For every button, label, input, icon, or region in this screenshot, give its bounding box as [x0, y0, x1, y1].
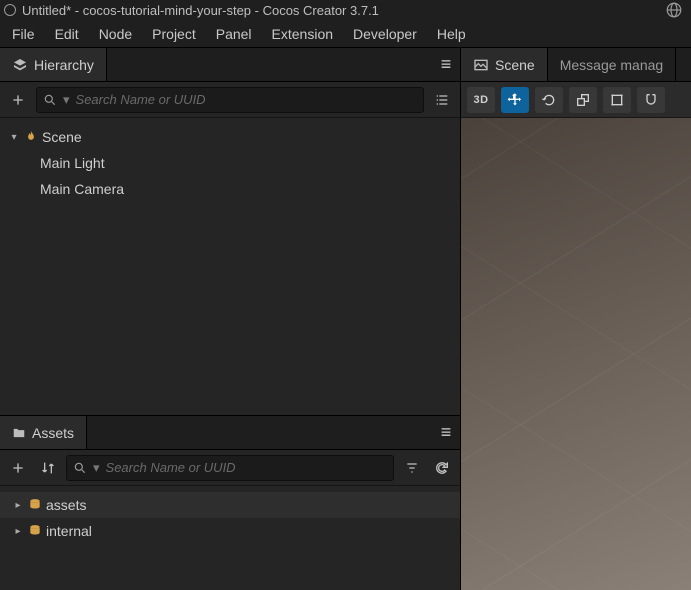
chevron-right-icon[interactable]: ▸ — [12, 500, 24, 511]
folder-icon — [12, 426, 26, 440]
tab-hierarchy[interactable]: Hierarchy — [0, 48, 107, 81]
hierarchy-tree: ▾ Scene Main Light Main Camera — [0, 118, 460, 415]
tab-message-label: Message manag — [560, 57, 664, 73]
chevron-down-icon[interactable]: ▾ — [8, 132, 20, 143]
scene-tab-icon — [473, 57, 489, 73]
hierarchy-search-input[interactable] — [76, 92, 417, 107]
assets-search: ▾ — [66, 455, 394, 481]
database-icon — [28, 498, 42, 512]
node-main-camera[interactable]: Main Camera — [0, 176, 460, 202]
sort-button[interactable] — [36, 456, 60, 480]
search-icon — [43, 93, 57, 107]
menu-node[interactable]: Node — [89, 22, 142, 46]
scene-tabs: Scene Message manag — [461, 48, 691, 82]
menu-bar: File Edit Node Project Panel Extension D… — [0, 20, 691, 48]
menu-file[interactable]: File — [2, 22, 45, 46]
database-icon — [28, 524, 42, 538]
menu-panel[interactable]: Panel — [206, 22, 262, 46]
app-icon — [4, 4, 16, 16]
assets-toolbar: ▾ — [0, 450, 460, 486]
add-node-button[interactable] — [6, 88, 30, 112]
viewport-toolbar: 3D — [461, 82, 691, 118]
hierarchy-tabs: Hierarchy ≡ — [0, 48, 460, 82]
add-asset-button[interactable] — [6, 456, 30, 480]
list-view-toggle[interactable] — [430, 88, 454, 112]
db-assets-label: assets — [46, 497, 86, 513]
tab-message-manager[interactable]: Message manag — [548, 48, 677, 81]
globe-icon[interactable] — [661, 1, 687, 19]
layers-icon — [12, 57, 28, 73]
menu-developer[interactable]: Developer — [343, 22, 427, 46]
node-label: Main Light — [40, 155, 105, 171]
menu-project[interactable]: Project — [142, 22, 206, 46]
db-internal[interactable]: ▸ internal — [0, 518, 460, 544]
tab-hierarchy-label: Hierarchy — [34, 57, 94, 73]
scene-icon — [24, 130, 38, 144]
menu-extension[interactable]: Extension — [262, 22, 343, 46]
tab-assets-label: Assets — [32, 425, 74, 441]
assets-tree: ▸ assets ▸ internal — [0, 486, 460, 590]
toolbar-divider — [671, 87, 685, 113]
node-label: Main Camera — [40, 181, 124, 197]
assets-search-input[interactable] — [106, 460, 387, 475]
db-internal-label: internal — [46, 523, 92, 539]
assets-panel: Assets ≡ ▾ — [0, 415, 460, 590]
filter-button[interactable] — [400, 456, 424, 480]
rect-tool[interactable] — [603, 87, 631, 113]
hierarchy-toolbar: ▾ — [0, 82, 460, 118]
refresh-button[interactable] — [430, 456, 454, 480]
window-title: Untitled* - cocos-tutorial-mind-your-ste… — [22, 3, 379, 18]
snap-tool[interactable] — [637, 87, 665, 113]
hierarchy-panel-menu[interactable]: ≡ — [432, 48, 460, 81]
assets-tabs: Assets ≡ — [0, 416, 460, 450]
move-tool[interactable] — [501, 87, 529, 113]
scene-root[interactable]: ▾ Scene — [0, 124, 460, 150]
rotate-tool[interactable] — [535, 87, 563, 113]
hierarchy-search: ▾ — [36, 87, 424, 113]
view-3d-toggle[interactable]: 3D — [467, 87, 495, 113]
scene-label: Scene — [42, 129, 82, 145]
chevron-right-icon[interactable]: ▸ — [12, 526, 24, 537]
menu-help[interactable]: Help — [427, 22, 476, 46]
title-bar: Untitled* - cocos-tutorial-mind-your-ste… — [0, 0, 691, 20]
menu-edit[interactable]: Edit — [45, 22, 89, 46]
db-assets[interactable]: ▸ assets — [0, 492, 460, 518]
tab-scene-label: Scene — [495, 57, 535, 73]
scene-viewport[interactable] — [461, 118, 691, 590]
scale-tool[interactable] — [569, 87, 597, 113]
assets-panel-menu[interactable]: ≡ — [432, 416, 460, 449]
tab-scene[interactable]: Scene — [461, 48, 548, 81]
tab-assets[interactable]: Assets — [0, 416, 87, 449]
search-icon — [73, 461, 87, 475]
node-main-light[interactable]: Main Light — [0, 150, 460, 176]
